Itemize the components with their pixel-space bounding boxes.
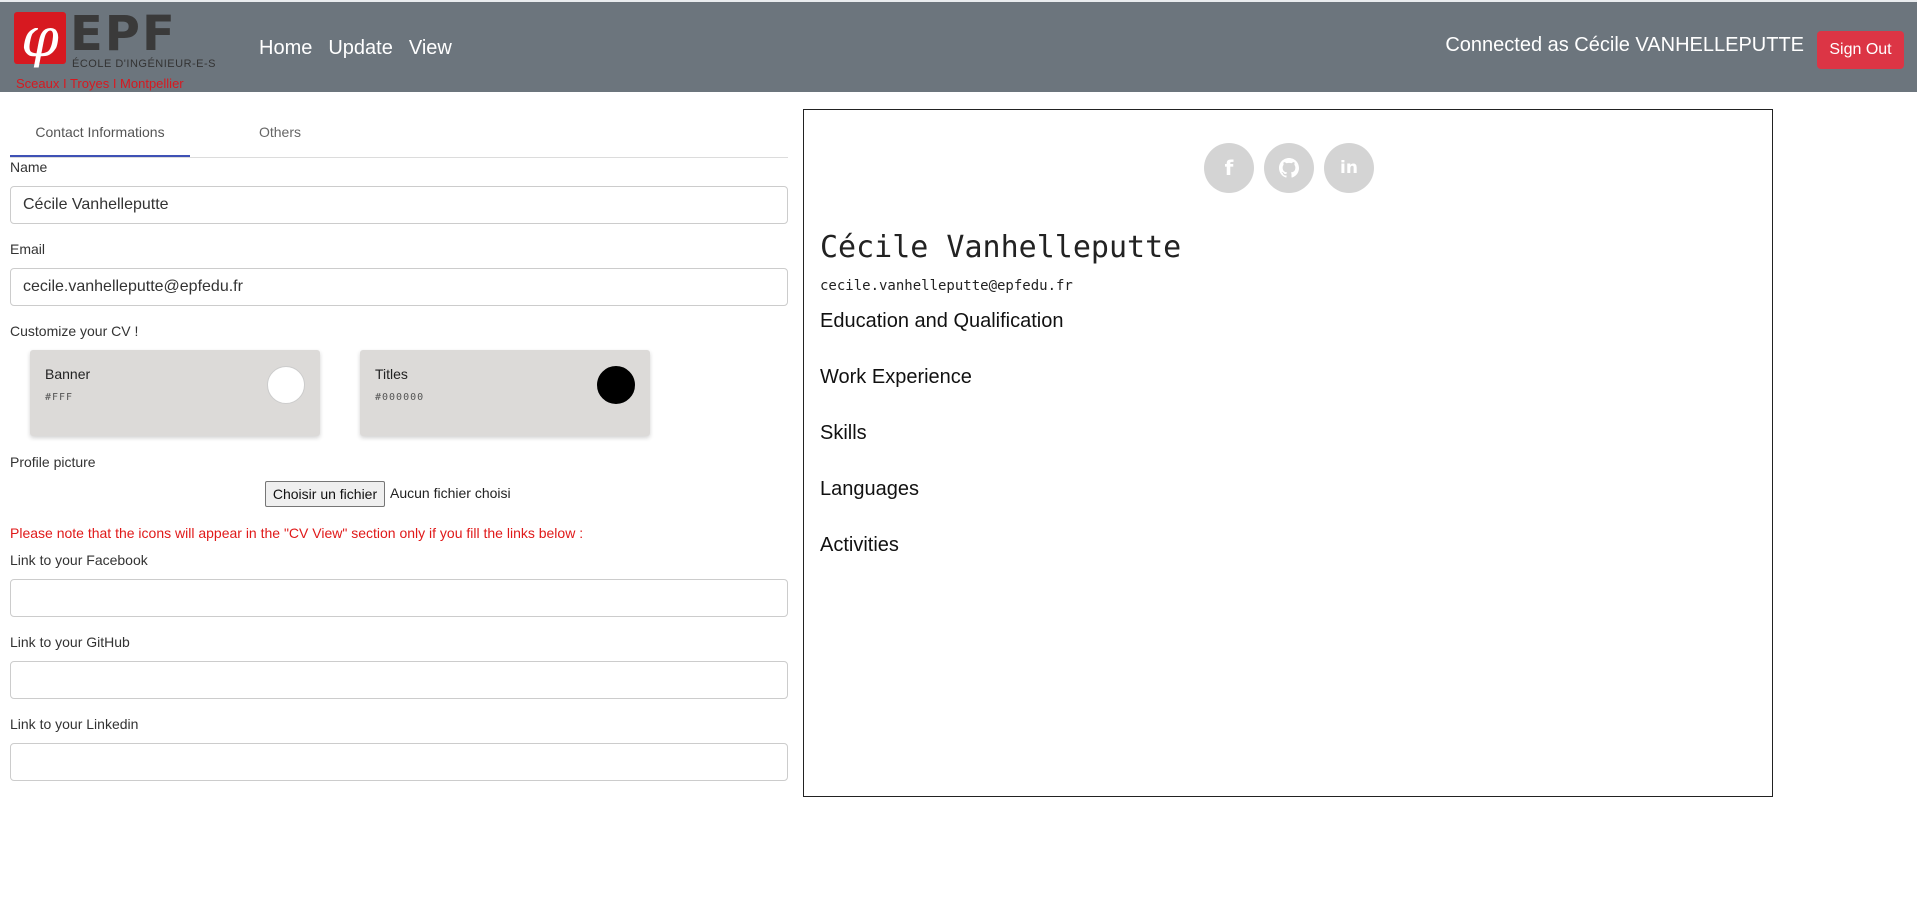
epf-logo[interactable]: φ EPF ÉCOLE D'INGÉNIEUR-E-S Sceaux I Tro… — [14, 6, 216, 91]
cv-section-skills: Skills — [820, 422, 867, 444]
linkedin-link-label: Link to your Linkedin — [10, 716, 139, 732]
titles-color-swatch[interactable] — [597, 366, 635, 404]
epf-logo-mark: φ — [14, 11, 66, 65]
titles-card-title: Titles — [375, 366, 408, 382]
facebook-link-label: Link to your Facebook — [10, 552, 148, 568]
cv-section-education: Education and Qualification — [820, 310, 1064, 332]
profile-picture-label: Profile picture — [10, 454, 96, 470]
cv-name: Cécile Vanhelleputte — [820, 230, 1182, 265]
banner-color-card[interactable]: Banner #FFF — [30, 350, 320, 436]
logo-subtitle: ÉCOLE D'INGÉNIEUR-E-S — [72, 58, 217, 70]
email-label: Email — [10, 241, 46, 257]
tab-others[interactable]: Others — [190, 114, 370, 157]
cv-section-work-experience: Work Experience — [820, 366, 972, 388]
cv-section-languages: Languages — [820, 478, 919, 500]
github-link-input[interactable] — [10, 661, 788, 699]
email-input[interactable] — [10, 268, 788, 306]
name-label: Name — [10, 159, 48, 175]
banner-card-title: Banner — [45, 366, 91, 382]
tab-contact-informations[interactable]: Contact Informations — [10, 114, 190, 157]
logo-word: EPF — [70, 6, 177, 62]
file-status-text: Aucun fichier choisi — [390, 485, 511, 501]
nav-update-link[interactable]: Update — [328, 37, 393, 60]
sign-out-button[interactable]: Sign Out — [1817, 31, 1904, 69]
titles-color-value: #000000 — [375, 392, 425, 403]
form-tabs: Contact Informations Others — [10, 114, 788, 158]
top-navbar: φ EPF ÉCOLE D'INGÉNIEUR-E-S Sceaux I Tro… — [0, 0, 1917, 92]
logo-cities: Sceaux I Troyes I Montpellier — [16, 76, 184, 91]
facebook-icon[interactable]: f — [1204, 143, 1254, 193]
connected-user-text: Connected as Cécile VANHELLEPUTTE — [1445, 34, 1804, 56]
banner-color-value: #FFF — [45, 392, 74, 403]
github-icon[interactable] — [1264, 143, 1314, 193]
github-link-label: Link to your GitHub — [10, 634, 130, 650]
name-input[interactable] — [10, 186, 788, 224]
linkedin-icon[interactable]: in — [1324, 143, 1374, 193]
cv-section-activities: Activities — [820, 534, 899, 556]
links-note: Please note that the icons will appear i… — [10, 525, 584, 541]
nav-view-link[interactable]: View — [409, 37, 452, 60]
choose-file-button[interactable]: Choisir un fichier — [265, 481, 385, 507]
linkedin-link-input[interactable] — [10, 743, 788, 781]
banner-color-swatch[interactable] — [267, 366, 305, 404]
cv-preview-panel: f in Cécile Vanhelleputte cecile.vanhell… — [803, 109, 1773, 797]
facebook-link-input[interactable] — [10, 579, 788, 617]
main-nav: Home Update View — [259, 37, 452, 60]
customize-label: Customize your CV ! — [10, 323, 139, 339]
nav-home-link[interactable]: Home — [259, 37, 312, 60]
cv-email: cecile.vanhelleputte@epfedu.fr — [820, 278, 1073, 294]
titles-color-card[interactable]: Titles #000000 — [360, 350, 650, 436]
